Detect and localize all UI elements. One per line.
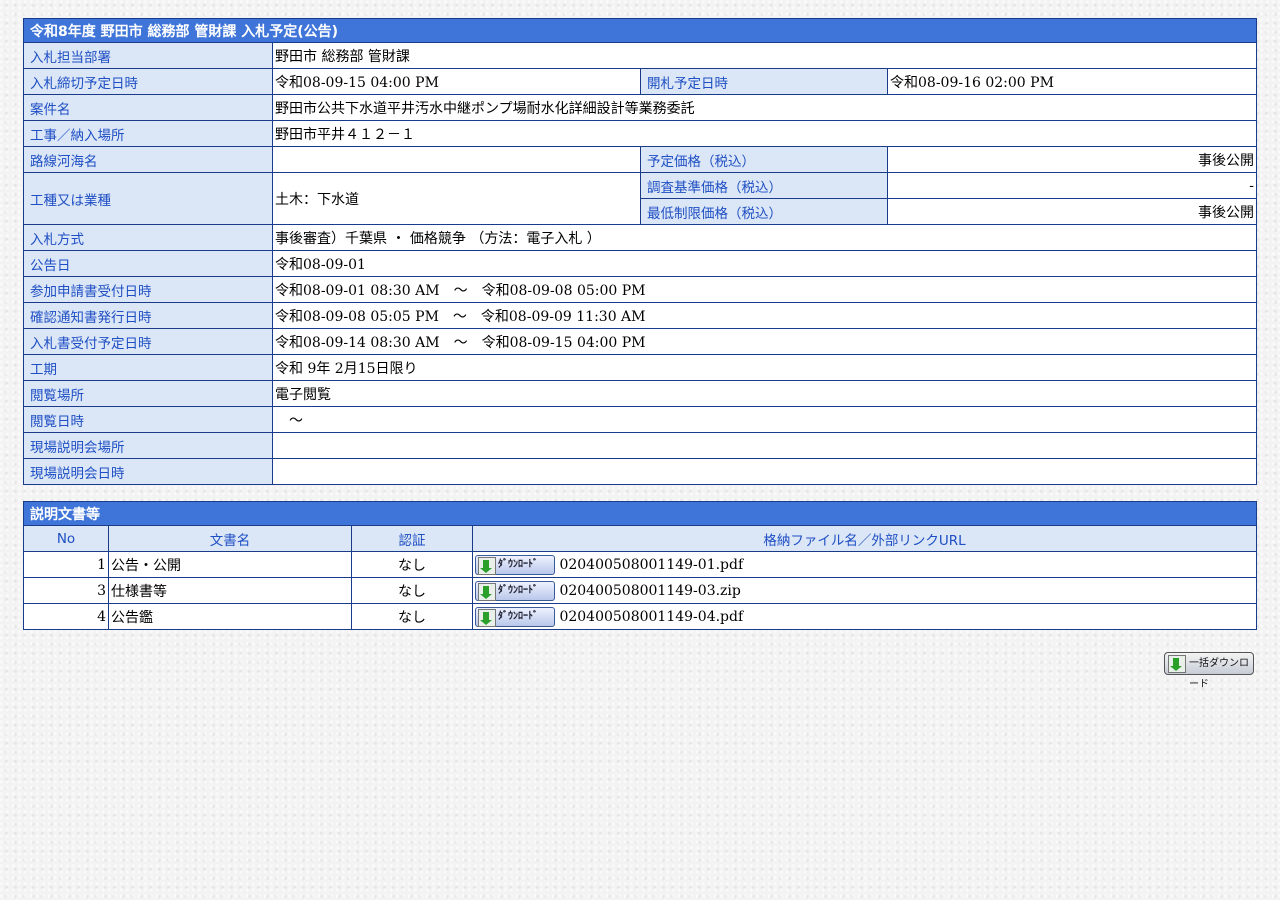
doc-name: 公告・公開: [108, 551, 352, 578]
label-route: 路線河海名: [23, 146, 273, 173]
info-title: 令和8年度 野田市 総務部 管財課 入札予定(公告): [23, 18, 1257, 43]
doc-no: 3: [23, 577, 109, 604]
download-button-label: ﾀﾞｳﾝﾛｰﾄﾞ: [498, 558, 538, 570]
bulk-download-button[interactable]: 一括ダウンロード: [1164, 652, 1254, 690]
label-opening: 開札予定日時: [640, 68, 888, 95]
label-planned-price: 予定価格（税込）: [640, 146, 888, 173]
col-header-auth: 認証: [351, 525, 473, 552]
doc-no: 4: [23, 603, 109, 630]
docs-title: 説明文書等: [23, 501, 1257, 526]
value-period: 令和 9年 2月15日限り: [272, 354, 1257, 381]
value-opening: 令和08-09-16 02:00 PM: [887, 68, 1257, 95]
value-application: 令和08-09-01 08:30 AM ～ 令和08-09-08 05:00 P…: [272, 276, 1257, 303]
label-site-date: 現場説明会日時: [23, 458, 273, 485]
doc-auth: なし: [351, 551, 473, 578]
col-header-file: 格納ファイル名／外部リンクURL: [472, 525, 1257, 552]
value-survey-price: -: [887, 172, 1257, 199]
bid-info-table: 令和8年度 野田市 総務部 管財課 入札予定(公告) 入札担当部署 野田市 総務…: [23, 18, 1257, 485]
value-category: 土木：下水道: [272, 172, 641, 225]
value-confirm: 令和08-09-08 05:05 PM ～ 令和08-09-09 11:30 A…: [272, 302, 1257, 329]
label-deadline: 入札締切予定日時: [23, 68, 273, 95]
download-icon: [478, 582, 496, 601]
doc-file-name: 020400508001149-04.pdf: [559, 608, 744, 625]
doc-file-cell: ﾀﾞｳﾝﾛｰﾄﾞ 020400508001149-01.pdf: [472, 551, 1257, 578]
label-case-name: 案件名: [23, 94, 273, 121]
doc-name: 仕様書等: [108, 577, 352, 604]
value-planned-price: 事後公開: [887, 146, 1257, 173]
doc-file-name: 020400508001149-03.zip: [559, 582, 741, 599]
doc-file-cell: ﾀﾞｳﾝﾛｰﾄﾞ 020400508001149-04.pdf: [472, 603, 1257, 630]
label-view-date: 閲覧日時: [23, 406, 273, 433]
download-icon: [478, 608, 496, 627]
value-route: [272, 146, 641, 173]
label-category: 工種又は業種: [23, 172, 273, 225]
value-min-price: 事後公開: [887, 198, 1257, 225]
doc-name: 公告鑑: [108, 603, 352, 630]
download-button[interactable]: ﾀﾞｳﾝﾛｰﾄﾞ: [475, 580, 555, 601]
value-notice-date: 令和08-09-01: [272, 250, 1257, 277]
documents-table: 説明文書等 No 文書名 認証 格納ファイル名／外部リンクURL 1 公告・公開…: [23, 501, 1257, 630]
bulk-download-label: 一括ダウンロード: [1189, 658, 1249, 690]
label-dept: 入札担当部署: [23, 42, 273, 69]
doc-auth: なし: [351, 603, 473, 630]
value-place: 野田市平井４１２－１: [272, 120, 1257, 147]
download-button-label: ﾀﾞｳﾝﾛｰﾄﾞ: [498, 584, 538, 596]
value-site-place: [272, 432, 1257, 459]
value-view-date: ～: [272, 406, 1257, 433]
value-deadline: 令和08-09-15 04:00 PM: [272, 68, 641, 95]
value-case-name: 野田市公共下水道平井汚水中継ポンプ場耐水化詳細設計等業務委託: [272, 94, 1257, 121]
label-view-place: 閲覧場所: [23, 380, 273, 407]
doc-no: 1: [23, 551, 109, 578]
col-header-name: 文書名: [108, 525, 352, 552]
download-button[interactable]: ﾀﾞｳﾝﾛｰﾄﾞ: [475, 554, 555, 575]
download-icon: [478, 556, 496, 575]
value-site-date: [272, 458, 1257, 485]
label-confirm: 確認通知書発行日時: [23, 302, 273, 329]
label-application: 参加申請書受付日時: [23, 276, 273, 303]
label-notice-date: 公告日: [23, 250, 273, 277]
label-survey-price: 調査基準価格（税込）: [640, 172, 888, 199]
label-period: 工期: [23, 354, 273, 381]
label-place: 工事／納入場所: [23, 120, 273, 147]
table-row: 4 公告鑑 なし ﾀﾞｳﾝﾛｰﾄﾞ 020400508001149-04.pdf: [23, 603, 1257, 630]
label-min-price: 最低制限価格（税込）: [640, 198, 888, 225]
table-row: 1 公告・公開 なし ﾀﾞｳﾝﾛｰﾄﾞ 020400508001149-01.p…: [23, 551, 1257, 578]
value-view-place: 電子閲覧: [272, 380, 1257, 407]
doc-file-cell: ﾀﾞｳﾝﾛｰﾄﾞ 020400508001149-03.zip: [472, 577, 1257, 604]
col-header-no: No: [23, 525, 109, 552]
value-bid-accept: 令和08-09-14 08:30 AM ～ 令和08-09-15 04:00 P…: [272, 328, 1257, 355]
doc-auth: なし: [351, 577, 473, 604]
value-method: 事後審査）千葉県 ・ 価格競争 （方法：電子入札 ）: [272, 224, 1257, 251]
label-method: 入札方式: [23, 224, 273, 251]
label-site-place: 現場説明会場所: [23, 432, 273, 459]
download-button-label: ﾀﾞｳﾝﾛｰﾄﾞ: [498, 610, 538, 622]
download-icon: [1168, 655, 1186, 673]
table-row: 3 仕様書等 なし ﾀﾞｳﾝﾛｰﾄﾞ 020400508001149-03.zi…: [23, 577, 1257, 604]
label-bid-accept: 入札書受付予定日時: [23, 328, 273, 355]
value-dept: 野田市 総務部 管財課: [272, 42, 1257, 69]
doc-file-name: 020400508001149-01.pdf: [559, 556, 744, 573]
download-button[interactable]: ﾀﾞｳﾝﾛｰﾄﾞ: [475, 606, 555, 627]
